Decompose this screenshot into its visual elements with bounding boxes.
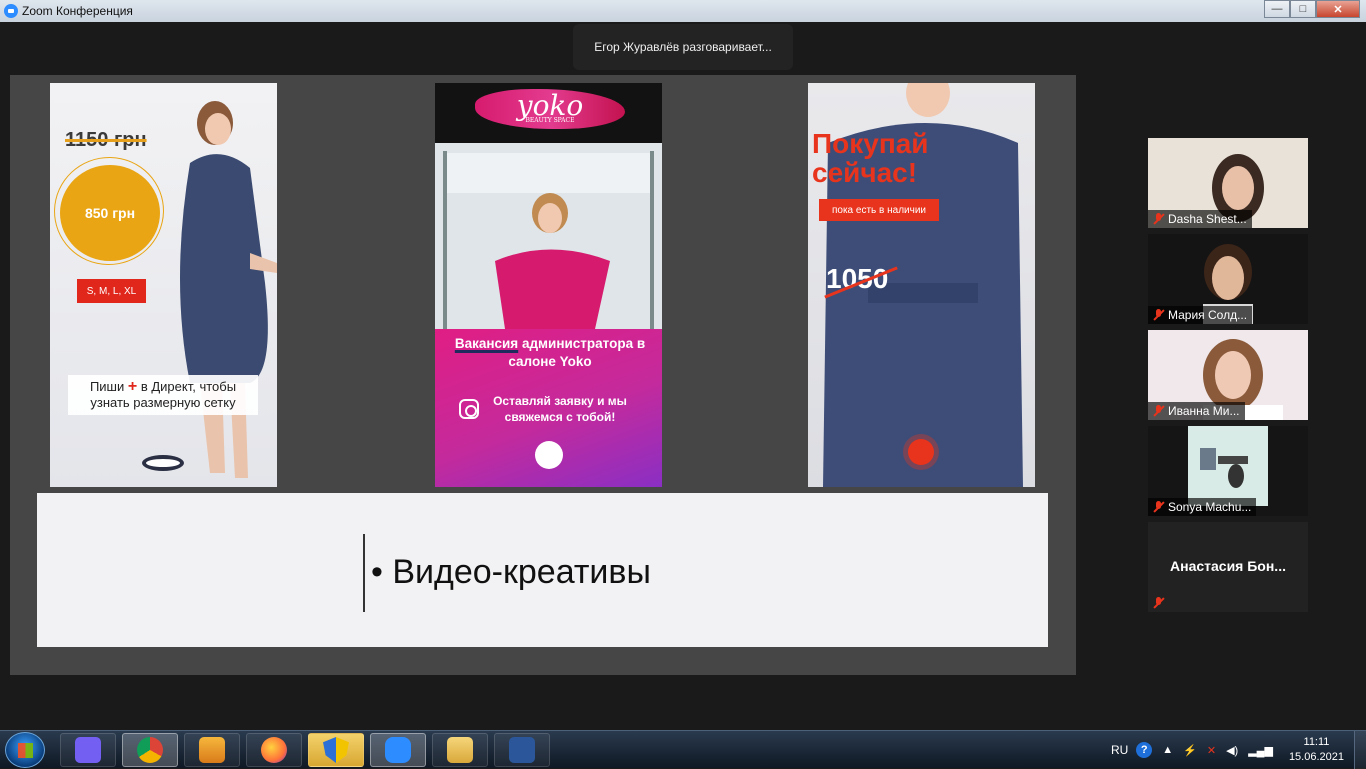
maximize-button[interactable]: □ bbox=[1290, 0, 1316, 18]
participant-name: Dasha Shest... bbox=[1168, 212, 1247, 226]
yoko-logo-sub: BEAUTY SPACE bbox=[525, 117, 575, 124]
participant-tile[interactable]: Sonya Machu... bbox=[1148, 426, 1308, 516]
participant-name: Sonya Machu... bbox=[1168, 500, 1252, 514]
direct-prefix: Пиши bbox=[89, 379, 125, 394]
zoom-app-icon bbox=[4, 4, 18, 18]
power-plug-icon[interactable]: ⚡ bbox=[1183, 744, 1197, 757]
word-icon bbox=[509, 737, 535, 763]
vacancy-subline: Оставляй заявку и мы свяжемся с тобой! bbox=[493, 394, 627, 424]
vacancy-banner: Вакансия администратора в салоне Yoko Ос… bbox=[435, 329, 662, 487]
old-price: 1150 грн bbox=[65, 129, 147, 151]
mic-muted-icon bbox=[1152, 213, 1164, 225]
mic-muted-icon bbox=[1152, 501, 1164, 513]
buy-now-title: Покупай сейчас! bbox=[812, 129, 929, 187]
mic-muted-icon bbox=[1152, 597, 1164, 609]
start-button[interactable] bbox=[5, 732, 45, 768]
direct-line1: в Директ, чтобы bbox=[140, 379, 237, 394]
vacancy-headline: Вакансия администратора в салоне Yoko bbox=[441, 335, 659, 371]
taskbar-firefox[interactable] bbox=[246, 733, 302, 767]
direct-message-callout: Пиши + в Директ, чтобы узнать размерную … bbox=[68, 375, 258, 415]
participant-tile[interactable]: Dasha Shest... bbox=[1148, 138, 1308, 228]
participant-name: Иванна Ми... bbox=[1168, 404, 1240, 418]
mic-muted-icon bbox=[1152, 309, 1164, 321]
volume-icon[interactable]: ◀) bbox=[1226, 744, 1238, 757]
text-cursor bbox=[363, 534, 365, 612]
signal-bars-icon[interactable]: ▂▄▆ bbox=[1248, 744, 1273, 757]
chrome-icon bbox=[137, 737, 163, 763]
window-title: Zoom Конференция bbox=[22, 4, 133, 18]
creative-yoko-vacancy: yoko BEAUTY SPACE Вакансия администратор… bbox=[435, 83, 662, 487]
mic-muted-icon bbox=[1152, 405, 1164, 417]
show-hidden-icons-icon[interactable]: ▲ bbox=[1162, 744, 1173, 756]
network-warning-icon[interactable]: ✕ bbox=[1207, 744, 1216, 757]
creative-buy-now: Покупай сейчас! пока есть в наличии 1050 bbox=[808, 83, 1035, 487]
taskbar-chrome[interactable] bbox=[122, 733, 178, 767]
participant-name-label: Иванна Ми... bbox=[1148, 402, 1245, 420]
swipe-up-icon bbox=[142, 455, 184, 471]
participant-name-no-video: Анастасия Бон... bbox=[1170, 558, 1286, 574]
vacancy-headline-rest: администратора в салоне Yoko bbox=[508, 336, 646, 369]
yoko-logo: yoko BEAUTY SPACE bbox=[475, 89, 625, 129]
salon-photo bbox=[435, 143, 662, 329]
participant-tile[interactable]: Иванна Ми... bbox=[1148, 330, 1308, 420]
taskbar-video-player[interactable] bbox=[184, 733, 240, 767]
window-titlebar: Zoom Конференция — □ ✕ bbox=[0, 0, 1366, 22]
window-controls: — □ ✕ bbox=[1264, 0, 1360, 18]
clock-time: 11:11 bbox=[1303, 736, 1330, 748]
creative-dress-sale: 1150 грн 850 грн S, M, L, XL Пиши + в Ди… bbox=[50, 83, 277, 487]
viber-icon bbox=[75, 737, 101, 763]
record-dot-icon bbox=[535, 441, 563, 469]
minimize-button[interactable]: — bbox=[1264, 0, 1290, 18]
participant-name-label: Мария Солд... bbox=[1148, 306, 1253, 324]
clock-date: 15.06.2021 bbox=[1288, 751, 1344, 763]
taskbar-viber[interactable] bbox=[60, 733, 116, 767]
plus-icon: + bbox=[127, 378, 138, 395]
taskbar-file-explorer[interactable] bbox=[432, 733, 488, 767]
windows-taskbar: RU ? ▲ ⚡ ✕ ◀) ▂▄▆ 11:11 15.06.2021 bbox=[0, 730, 1366, 769]
show-desktop-button[interactable] bbox=[1354, 731, 1366, 769]
buy-now-line2: сейчас! bbox=[812, 157, 918, 188]
participant-name-label: Dasha Shest... bbox=[1148, 210, 1252, 228]
participant-name-label: Sonya Machu... bbox=[1148, 498, 1257, 516]
buy-now-line1: Покупай bbox=[812, 128, 929, 159]
security-shield-icon bbox=[323, 737, 349, 763]
active-speaker-banner: Егор Журавлёв разговаривает... bbox=[573, 24, 793, 70]
close-button[interactable]: ✕ bbox=[1316, 0, 1360, 18]
slide-text-panel: • Видео-креативы bbox=[37, 493, 1048, 647]
folder-icon bbox=[447, 737, 473, 763]
participant-tile[interactable]: Анастасия Бон... bbox=[1148, 522, 1308, 612]
taskbar-word[interactable] bbox=[494, 733, 550, 767]
new-price-badge: 850 грн bbox=[60, 165, 160, 261]
taskbar-security[interactable] bbox=[308, 733, 364, 767]
participant-name-label bbox=[1148, 594, 1169, 612]
firefox-icon bbox=[261, 737, 287, 763]
participant-tile[interactable]: Мария Солд... bbox=[1148, 234, 1308, 324]
shared-screen-slide: 1150 грн 850 грн S, M, L, XL Пиши + в Ди… bbox=[10, 75, 1076, 675]
system-tray: RU ? ▲ ⚡ ✕ ◀) ▂▄▆ 11:11 15.06.2021 bbox=[1111, 731, 1366, 769]
meeting-stage: Егор Журавлёв разговаривает... 1150 грн … bbox=[0, 22, 1366, 730]
participant-name: Мария Солд... bbox=[1168, 308, 1248, 322]
in-stock-badge: пока есть в наличии bbox=[819, 199, 939, 221]
vacancy-highlight: Вакансия bbox=[454, 336, 519, 351]
language-indicator[interactable]: RU bbox=[1111, 743, 1128, 757]
sizes-badge: S, M, L, XL bbox=[77, 279, 146, 303]
yoko-header: yoko BEAUTY SPACE bbox=[435, 83, 662, 143]
video-player-icon bbox=[199, 737, 225, 763]
direct-line2: узнать размерную сетку bbox=[90, 395, 236, 410]
help-icon[interactable]: ? bbox=[1136, 742, 1153, 758]
clock[interactable]: 11:11 15.06.2021 bbox=[1289, 735, 1344, 765]
zoom-icon bbox=[385, 737, 411, 763]
record-dot-icon bbox=[908, 439, 934, 465]
taskbar-zoom[interactable] bbox=[370, 733, 426, 767]
slide-bullet: • Видео-креативы bbox=[371, 553, 651, 591]
